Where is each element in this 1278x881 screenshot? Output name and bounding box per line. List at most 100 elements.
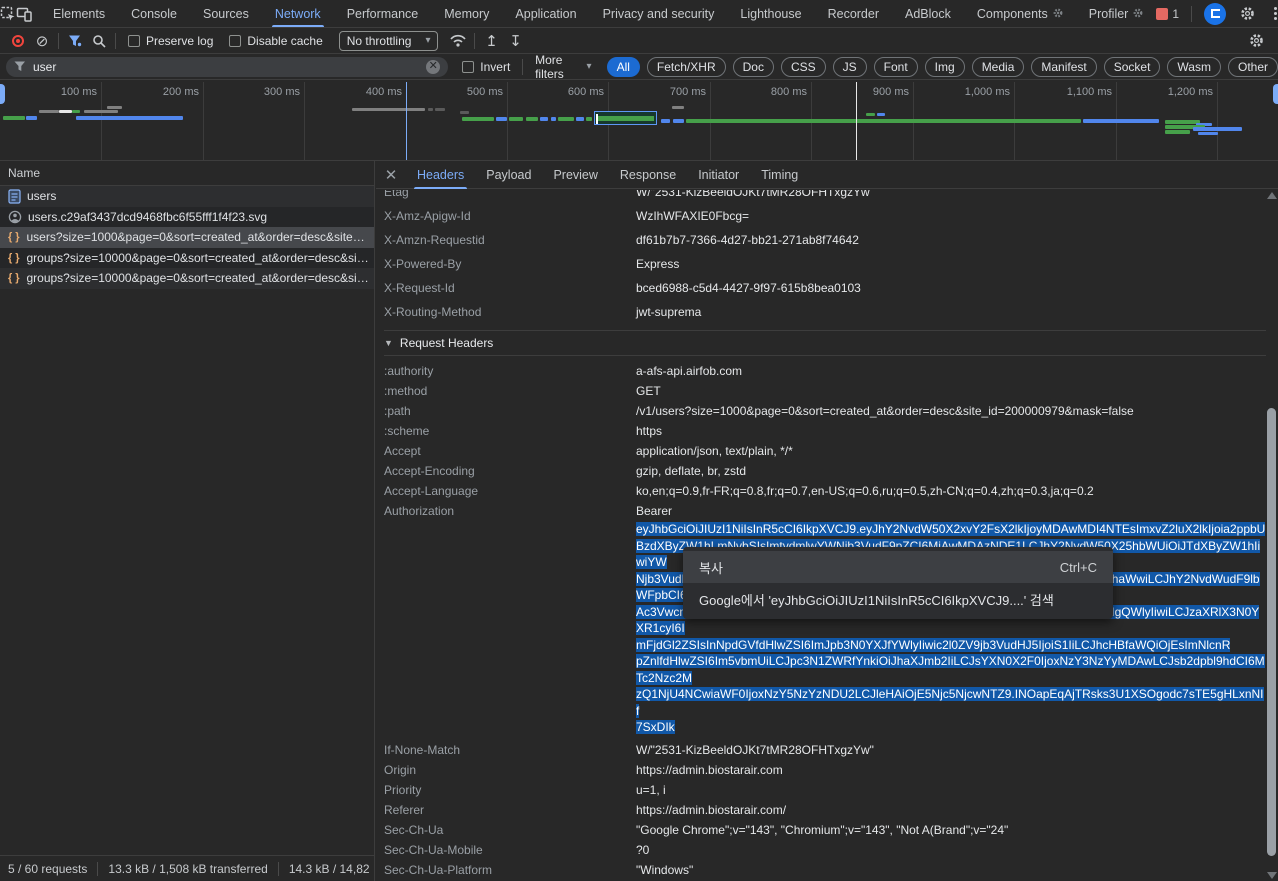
filter-chip-font[interactable]: Font [874, 57, 918, 77]
request-row-selected[interactable]: { } users?size=1000&page=0&sort=created_… [0, 227, 374, 248]
disable-cache-checkbox[interactable]: Disable cache [229, 34, 322, 48]
overview-right-handle[interactable] [1273, 84, 1278, 104]
tab-adblock[interactable]: AdBlock [892, 0, 964, 27]
filter-chip-media[interactable]: Media [972, 57, 1025, 77]
context-menu-google-search[interactable]: Google에서 'eyJhbGciOiJIUzI1NiIsInR5cCI6Ik… [683, 583, 1113, 615]
header-row: :scheme https [384, 421, 1266, 441]
filter-chip-js[interactable]: JS [833, 57, 867, 77]
tab-performance[interactable]: Performance [334, 0, 432, 27]
filter-chip-socket[interactable]: Socket [1104, 57, 1161, 77]
throttling-select[interactable]: No throttling ▾ [339, 31, 439, 51]
filter-chip-all[interactable]: All [607, 57, 640, 77]
filter-chip-wasm[interactable]: Wasm [1167, 57, 1221, 77]
clear-network-log-button[interactable]: ⊘ [30, 30, 54, 52]
fetch-braces-icon: { } [8, 252, 20, 264]
more-filters-label: More filters [535, 53, 578, 81]
request-name: groups?size=10000&page=0&sort=created_at… [26, 251, 374, 265]
tab-network[interactable]: Network [262, 0, 334, 27]
filter-chip-img[interactable]: Img [925, 57, 965, 77]
network-overview-timeline[interactable]: 100 ms 200 ms 300 ms 400 ms 500 ms 600 m… [0, 80, 1278, 161]
tab-response[interactable]: Response [609, 161, 687, 189]
tab-console[interactable]: Console [118, 0, 190, 27]
export-har-icon[interactable]: ↧ [503, 30, 527, 52]
header-row: :path /v1/users?size=1000&page=0&sort=cr… [384, 401, 1266, 421]
request-row[interactable]: { } groups?size=10000&page=0&sort=create… [0, 268, 374, 289]
scroll-up-arrow[interactable] [1267, 192, 1277, 199]
tab-recorder[interactable]: Recorder [815, 0, 892, 27]
overview-left-handle[interactable] [0, 84, 5, 104]
close-icon[interactable]: ✕ [376, 166, 406, 184]
search-icon[interactable] [87, 30, 111, 52]
tab-preview[interactable]: Preview [542, 161, 608, 189]
filter-chip-css[interactable]: CSS [781, 57, 826, 77]
column-header-name[interactable]: Name [0, 161, 374, 186]
header-row: Accept application/json, text/plain, */* [384, 441, 1266, 461]
header-row: Sec-Ch-Ua "Google Chrome";v="143", "Chro… [384, 820, 1266, 840]
triangle-down-icon: ▼ [384, 338, 393, 348]
checkbox[interactable] [229, 35, 241, 47]
filter-text-input[interactable]: user ✕ [6, 57, 448, 77]
tab-components[interactable]: Components [964, 0, 1076, 27]
network-conditions-icon[interactable] [446, 30, 470, 52]
invert-checkbox[interactable]: Invert [462, 60, 510, 74]
tick-label: 1,000 ms [914, 86, 1010, 98]
request-row[interactable]: users.c29af3437dcd9468fbc6f55fff1f4f23.s… [0, 207, 374, 228]
tab-sources[interactable]: Sources [190, 0, 262, 27]
network-toolbar: ⊘ Preserve log Disable cache No throttli… [0, 28, 1278, 54]
request-headers-section-toggle[interactable]: ▼ Request Headers [384, 330, 1266, 356]
tick-label: 600 ms [508, 86, 604, 98]
throttling-value: No throttling [347, 34, 412, 48]
clear-filter-icon[interactable]: ✕ [426, 60, 440, 74]
divider [522, 59, 523, 75]
extension-button[interactable] [1204, 3, 1226, 25]
requests-count: 5 / 60 requests [8, 862, 87, 876]
network-settings-gear-icon[interactable] [1244, 30, 1268, 52]
tab-timing[interactable]: Timing [750, 161, 809, 189]
tab-privacy-security[interactable]: Privacy and security [590, 0, 728, 27]
issues-counter[interactable]: 1 [1156, 7, 1179, 21]
device-toolbar-icon[interactable] [16, 1, 32, 27]
checkbox[interactable] [462, 61, 474, 73]
record-button[interactable] [6, 30, 30, 52]
tab-application[interactable]: Application [502, 0, 589, 27]
preserve-log-checkbox[interactable]: Preserve log [128, 34, 213, 48]
scrollbar-thumb[interactable] [1267, 408, 1276, 856]
divider [1191, 6, 1192, 22]
filter-chip-fetchxhr[interactable]: Fetch/XHR [647, 57, 726, 77]
tab-headers[interactable]: Headers [406, 161, 475, 189]
tab-initiator[interactable]: Initiator [687, 161, 750, 189]
context-menu-copy[interactable]: 복사 Ctrl+C [683, 551, 1113, 583]
kebab-menu-icon[interactable] [1268, 7, 1278, 20]
inspect-element-icon[interactable] [0, 1, 16, 27]
import-har-icon[interactable]: ↥ [479, 30, 503, 52]
filter-icon[interactable] [63, 30, 87, 52]
request-name: users.c29af3437dcd9468fbc6f55fff1f4f23.s… [28, 210, 374, 224]
tab-profiler[interactable]: Profiler [1076, 0, 1157, 27]
settings-gear-icon[interactable] [1234, 1, 1260, 27]
tab-lighthouse[interactable]: Lighthouse [727, 0, 814, 27]
scroll-down-arrow[interactable] [1267, 872, 1277, 879]
jwt-token-line: eyJhbGciOiJIUzI1NiIsInR5cCI6IkpXVCJ9.eyJ… [636, 521, 1266, 538]
tick-label: 1,100 ms [1016, 86, 1112, 98]
filter-chip-other[interactable]: Other [1228, 57, 1278, 77]
checkbox[interactable] [128, 35, 140, 47]
tick-label: 1,200 ms [1117, 86, 1213, 98]
tab-elements[interactable]: Elements [40, 0, 118, 27]
tab-memory[interactable]: Memory [431, 0, 502, 27]
resources-size: 14.3 kB / 14,82 [289, 862, 370, 876]
request-row[interactable]: { } groups?size=10000&page=0&sort=create… [0, 248, 374, 269]
filter-chip-manifest[interactable]: Manifest [1031, 57, 1096, 77]
vertical-scrollbar[interactable] [1264, 190, 1278, 881]
tick-label: 300 ms [204, 86, 300, 98]
filter-chip-doc[interactable]: Doc [733, 57, 774, 77]
header-row: :method GET [384, 381, 1266, 401]
request-row[interactable]: users [0, 186, 374, 207]
header-row: X-Powered-By Express [384, 252, 1266, 276]
overview-cursor-line [406, 82, 407, 160]
tab-payload[interactable]: Payload [475, 161, 542, 189]
jwt-token-line: pZnlfdHlwZSI6Im5vbmUiLCJpc3N1ZWRfYnkiOiJ… [636, 653, 1266, 686]
request-name: groups?size=10000&page=0&sort=created_at… [26, 271, 374, 285]
issues-count: 1 [1172, 7, 1179, 21]
devtools-window: Elements Console Sources Network Perform… [0, 0, 1278, 881]
more-filters-dropdown[interactable]: More filters ▾ [535, 53, 592, 81]
